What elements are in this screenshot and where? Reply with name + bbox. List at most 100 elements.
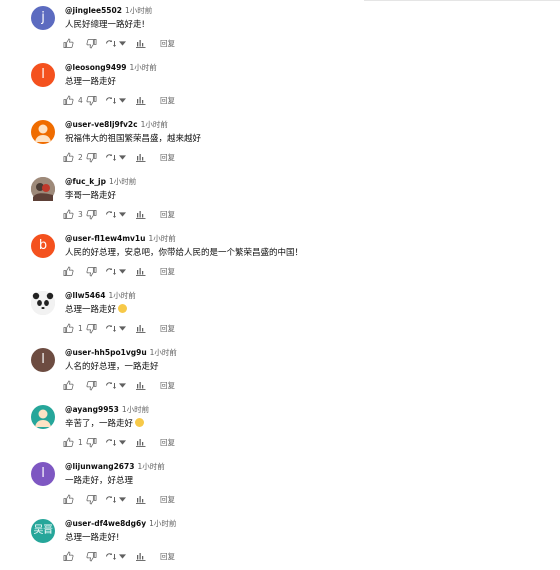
like-icon[interactable] [63,94,74,106]
chevron-down-icon[interactable] [119,40,126,46]
like-icon[interactable] [63,265,74,277]
dislike-icon[interactable] [86,152,97,163]
stats-icon[interactable] [135,323,146,333]
comment-header: @ayang9953 1小时前 [65,404,149,415]
stats-icon[interactable] [135,494,146,504]
comment-timestamp[interactable]: 1小时前 [108,291,135,300]
avatar-user-icon[interactable] [31,120,55,144]
rotate-icon[interactable] [105,96,117,105]
dislike-icon[interactable] [86,323,97,334]
avatar-user-icon[interactable] [31,405,55,429]
stats-icon[interactable] [135,209,146,219]
avatar[interactable]: b [31,234,55,258]
stats-icon[interactable] [135,380,146,390]
like-icon[interactable] [63,379,74,391]
like-icon[interactable] [63,37,74,49]
comment-text-content: 一路走好，好总理 [65,476,134,486]
like-icon[interactable] [63,322,74,334]
comment-timestamp[interactable]: 1小时前 [150,348,177,357]
reply-button[interactable]: 回复 [160,437,175,448]
stats-icon[interactable] [135,152,146,162]
reply-button[interactable]: 回复 [160,95,175,106]
reply-button[interactable]: 回复 [160,266,175,277]
like-count: 1 [78,437,83,447]
comment-timestamp[interactable]: 1小时前 [109,177,136,186]
comment-timestamp[interactable]: 1小时前 [125,6,152,15]
comment-text-content: 李哥一路走好 [65,191,117,201]
comment-author[interactable]: @user-hh5po1vg9u [65,348,147,357]
dislike-icon[interactable] [86,380,97,391]
avatar-panda-icon[interactable] [31,291,55,315]
comment-timestamp[interactable]: 1小时前 [130,63,157,72]
comment-text-content: 总理一路走好 [65,305,117,315]
comment-author[interactable]: @leosong9499 [65,63,127,72]
dislike-icon[interactable] [86,437,97,448]
comment-author[interactable]: @user-fl1ew4mv1u [65,234,145,243]
avatar[interactable]: j [31,6,55,30]
stats-icon[interactable] [135,266,146,276]
comment-header: @fuc_k_jp 1小时前 [65,176,136,187]
chevron-down-icon[interactable] [119,382,126,388]
comment-author[interactable]: @jinglee5502 [65,6,122,15]
stats-icon[interactable] [135,95,146,105]
chevron-down-icon[interactable] [119,268,126,274]
dislike-icon[interactable] [86,95,97,106]
dislike-icon[interactable] [86,494,97,505]
reply-button[interactable]: 回复 [160,494,175,505]
comment-author[interactable]: @llw5464 [65,291,105,300]
avatar[interactable]: 吴晋 [31,519,55,543]
avatar-photo[interactable] [31,177,55,201]
like-icon[interactable] [63,493,74,505]
rotate-icon[interactable] [105,267,117,276]
like-icon[interactable] [63,151,74,163]
comment-item: l @leosong9499 1小时前 总理一路走好 4 回复 [0,57,380,114]
stats-icon[interactable] [135,38,146,48]
comment-timestamp[interactable]: 1小时前 [137,462,164,471]
chevron-down-icon[interactable] [119,553,126,559]
comment-text: 李哥一路走好 [65,189,116,201]
stats-icon[interactable] [135,437,146,447]
emoji-icon [118,304,128,313]
comment-timestamp[interactable]: 1小时前 [148,234,175,243]
dislike-icon[interactable] [86,38,97,49]
like-count: 3 [78,209,83,219]
comment-timestamp[interactable]: 1小时前 [149,519,176,528]
rotate-icon[interactable] [105,210,117,219]
rotate-icon[interactable] [105,552,117,561]
chevron-down-icon[interactable] [119,325,126,331]
reply-button[interactable]: 回复 [160,380,175,391]
rotate-icon[interactable] [105,381,117,390]
rotate-icon[interactable] [105,324,117,333]
rotate-icon[interactable] [105,39,117,48]
reply-button[interactable]: 回复 [160,152,175,163]
avatar[interactable]: l [31,63,55,87]
comment-timestamp[interactable]: 1小时前 [122,405,149,414]
reply-button[interactable]: 回复 [160,209,175,220]
like-icon[interactable] [63,436,74,448]
avatar[interactable]: l [31,348,55,372]
comment-author[interactable]: @user-df4we8dg6y [65,519,146,528]
like-icon[interactable] [63,208,74,220]
avatar[interactable]: l [31,462,55,486]
chevron-down-icon[interactable] [119,496,126,502]
chevron-down-icon[interactable] [119,211,126,217]
comment-actions: 回复 [63,550,175,562]
comment-header: @leosong9499 1小时前 [65,62,157,73]
chevron-down-icon[interactable] [119,97,126,103]
reply-button[interactable]: 回复 [160,323,175,334]
chevron-down-icon[interactable] [119,439,126,445]
comment-timestamp[interactable]: 1小时前 [141,120,168,129]
reply-button[interactable]: 回复 [160,38,175,49]
dislike-icon[interactable] [86,209,97,220]
comment-author[interactable]: @fuc_k_jp [65,177,106,186]
comment-author[interactable]: @user-ve8lj9fv2c [65,120,138,129]
rotate-icon[interactable] [105,495,117,504]
chevron-down-icon[interactable] [119,154,126,160]
comment-actions: 回复 [63,265,175,277]
dislike-icon[interactable] [86,266,97,277]
comment-text: 总理一路走好 [65,303,128,315]
rotate-icon[interactable] [105,438,117,447]
rotate-icon[interactable] [105,153,117,162]
comment-author[interactable]: @ayang9953 [65,405,119,414]
comment-author[interactable]: @lijunwang2673 [65,462,134,471]
